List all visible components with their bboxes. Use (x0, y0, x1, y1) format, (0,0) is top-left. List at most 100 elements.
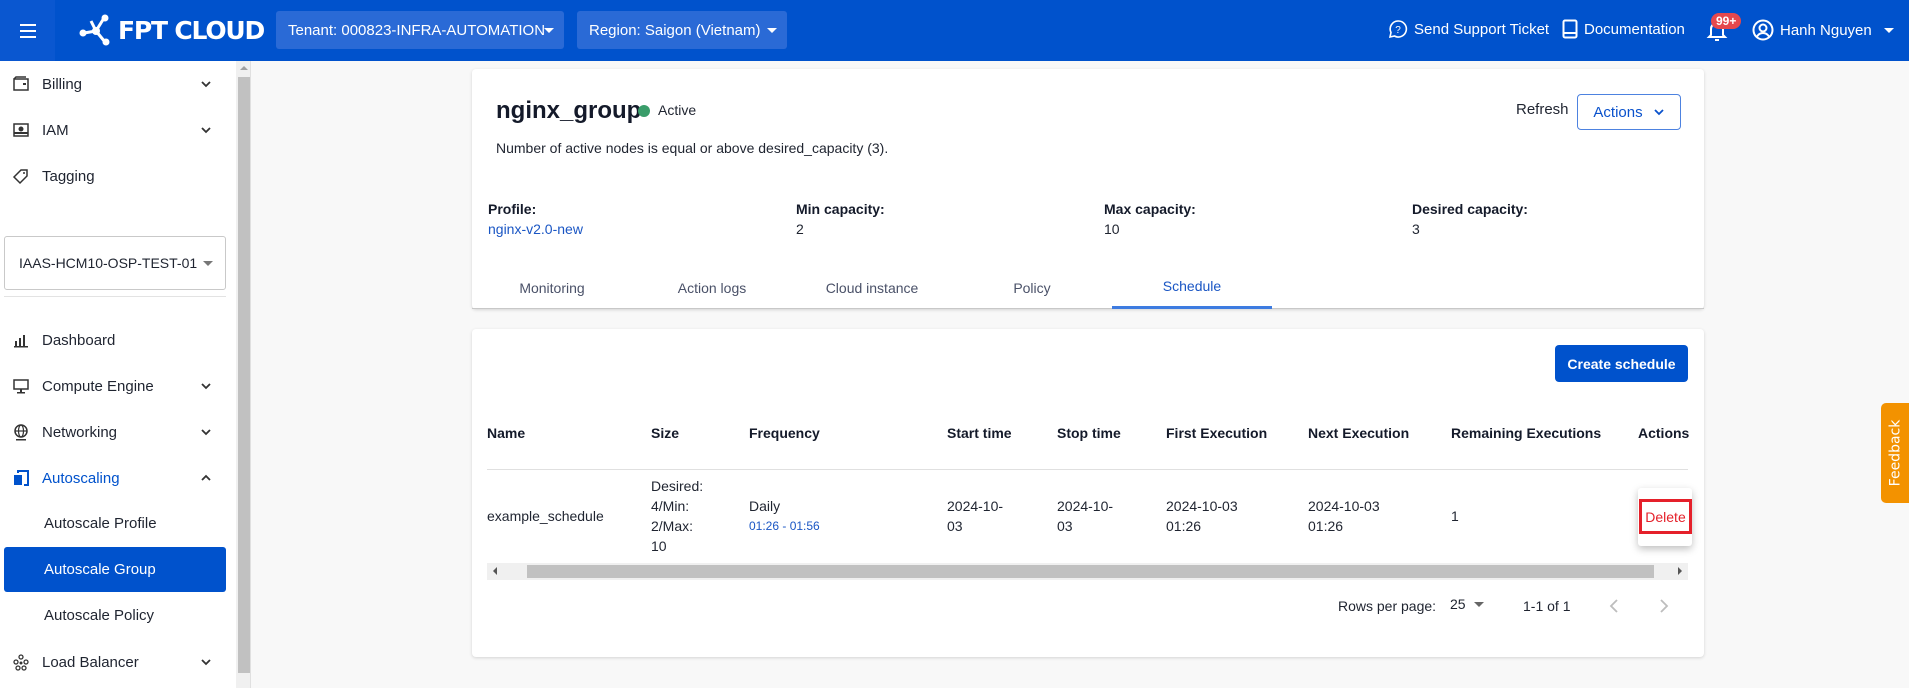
tab-policy[interactable]: Policy (952, 266, 1112, 309)
region-select[interactable]: Region: Saigon (Vietnam) (577, 11, 787, 49)
sidebar-item-tagging[interactable]: Tagging (0, 156, 226, 196)
sidebar-subitem-label: Autoscale Profile (44, 515, 157, 532)
sidebar-item-compute-engine[interactable]: Compute Engine (0, 366, 226, 406)
column-header-stop-time[interactable]: Stop time (1057, 425, 1121, 441)
chevron-up-icon (201, 474, 211, 481)
monitor-icon (13, 379, 29, 394)
column-header-actions: Actions (1638, 425, 1690, 441)
sidebar-item-label: Compute Engine (42, 377, 154, 395)
documentation-link[interactable]: Documentation (1562, 19, 1685, 39)
book-icon (1562, 19, 1578, 39)
bar-chart-icon (14, 335, 28, 348)
tab-cloud-instance[interactable]: Cloud instance (792, 266, 952, 309)
status-description: Number of active nodes is equal or above… (496, 140, 889, 156)
sidebar-item-autoscaling[interactable]: Autoscaling (0, 458, 226, 498)
cell-size-line: 2/Max: (651, 518, 694, 534)
sidebar-divider (4, 296, 226, 297)
sidebar-item-label: Billing (42, 75, 83, 93)
profile-link[interactable]: nginx-v2.0-new (488, 221, 583, 237)
sidebar-subitem-autoscale-profile[interactable]: Autoscale Profile (4, 501, 226, 546)
chevron-down-icon (1653, 109, 1664, 116)
column-header-size[interactable]: Size (651, 425, 679, 441)
project-select[interactable]: IAAS-HCM10-OSP-TEST-01 (4, 236, 226, 290)
sidebar-subitem-autoscale-group[interactable]: Autoscale Group (4, 547, 226, 592)
sidebar-item-label: Tagging (42, 167, 95, 185)
status-badge: Active (658, 102, 697, 118)
delete-menu-item[interactable]: Delete (1639, 499, 1692, 534)
load-balancer-icon (13, 654, 29, 671)
sidebar-item-iam[interactable]: IAM (0, 110, 226, 150)
rows-per-page-label: Rows per page: (1338, 598, 1437, 614)
column-header-name[interactable]: Name (487, 425, 525, 441)
chevron-down-icon (201, 429, 211, 436)
sidebar-item-billing[interactable]: Billing (0, 64, 226, 104)
cell-size-line: 4/Min: (651, 498, 690, 514)
sidebar-item-load-balancer[interactable]: Load Balancer (0, 642, 226, 682)
column-header-next-execution[interactable]: Next Execution (1308, 425, 1409, 441)
actions-label: Actions (1593, 103, 1643, 121)
caret-down-icon (203, 261, 213, 266)
brand-name: FPT CLOUD (118, 15, 265, 45)
cell-line: 2024-10-03 (1308, 498, 1380, 514)
sidebar-scrollbar-thumb[interactable] (238, 77, 250, 673)
column-header-start-time[interactable]: Start time (947, 425, 1012, 441)
cell-size-line: Desired: (651, 478, 704, 494)
scroll-right-arrow-icon[interactable] (1678, 567, 1682, 575)
previous-page-button[interactable] (1606, 597, 1624, 615)
user-avatar-icon (1752, 19, 1774, 41)
send-support-ticket-link[interactable]: ? Send Support Ticket (1388, 19, 1549, 39)
cell-line: 2024-10- (947, 498, 1004, 514)
autoscaling-icon (14, 470, 29, 486)
user-name: Hanh Nguyen (1780, 21, 1872, 39)
create-schedule-button[interactable]: Create schedule (1555, 345, 1688, 382)
user-menu[interactable]: Hanh Nguyen (1752, 19, 1894, 41)
tenant-select-value: Tenant: 000823-INFRA-AUTOMATION (288, 21, 546, 39)
refresh-button[interactable]: Refresh (1516, 101, 1569, 118)
caret-down-icon (767, 28, 777, 33)
scroll-up-arrow-icon[interactable] (240, 66, 248, 70)
column-header-frequency[interactable]: Frequency (749, 425, 820, 441)
sidebar-item-label: IAM (42, 121, 69, 139)
caret-down-icon (1883, 27, 1894, 33)
sidebar-scrollbar[interactable] (236, 61, 251, 688)
menu-toggle-button[interactable] (0, 0, 55, 61)
column-header-remaining-executions[interactable]: Remaining Executions (1451, 425, 1601, 441)
table-horizontal-scrollbar[interactable] (487, 563, 1688, 580)
chevron-down-icon (201, 659, 211, 666)
sidebar-item-label: Dashboard (42, 331, 116, 349)
column-header-first-execution[interactable]: First Execution (1166, 425, 1267, 441)
tab-action-logs[interactable]: Action logs (632, 266, 792, 309)
rows-per-page-select[interactable]: 25 (1450, 596, 1484, 612)
cell-line: 01:26 (1308, 518, 1344, 534)
sidebar-item-label: Autoscaling (42, 469, 120, 487)
top-bar: FPT CLOUD Tenant: 000823-INFRA-AUTOMATIO… (0, 0, 1909, 61)
chevron-down-icon (201, 127, 211, 134)
desired-capacity-value: 3 (1412, 221, 1420, 237)
support-label: Send Support Ticket (1414, 20, 1550, 38)
feedback-label: Feedback (1887, 419, 1904, 487)
cell-line: 03 (947, 518, 963, 534)
table-scrollbar-thumb[interactable] (527, 565, 1654, 578)
actions-dropdown-button[interactable]: Actions (1577, 94, 1681, 130)
cell-first-execution: 2024-10-03 01:26 (1166, 496, 1238, 536)
tag-icon (12, 169, 28, 185)
sidebar-item-label: Networking (42, 423, 118, 441)
cell-size-line: 10 (651, 538, 667, 554)
caret-down-icon (1473, 601, 1484, 607)
tenant-select[interactable]: Tenant: 000823-INFRA-AUTOMATION (276, 11, 564, 49)
cell-line: 01:26 (1166, 518, 1202, 534)
region-select-value: Region: Saigon (Vietnam) (589, 21, 761, 39)
project-select-value: IAAS-HCM10-OSP-TEST-01 (19, 255, 198, 271)
feedback-tab[interactable]: Feedback (1881, 403, 1909, 503)
cell-frequency-time: 01:26 - 01:56 (749, 519, 820, 533)
sidebar-subitem-autoscale-policy[interactable]: Autoscale Policy (4, 593, 226, 638)
sidebar-item-dashboard[interactable]: Dashboard (0, 320, 226, 360)
next-page-button[interactable] (1654, 597, 1672, 615)
sidebar-item-networking[interactable]: Networking (0, 412, 226, 452)
support-chat-icon: ? (1388, 20, 1408, 39)
scroll-left-arrow-icon[interactable] (493, 567, 497, 575)
tab-schedule[interactable]: Schedule (1112, 266, 1272, 309)
max-capacity-label: Max capacity: (1104, 201, 1196, 217)
brand-logo[interactable]: FPT CLOUD (78, 12, 265, 48)
tab-monitoring[interactable]: Monitoring (472, 266, 632, 309)
